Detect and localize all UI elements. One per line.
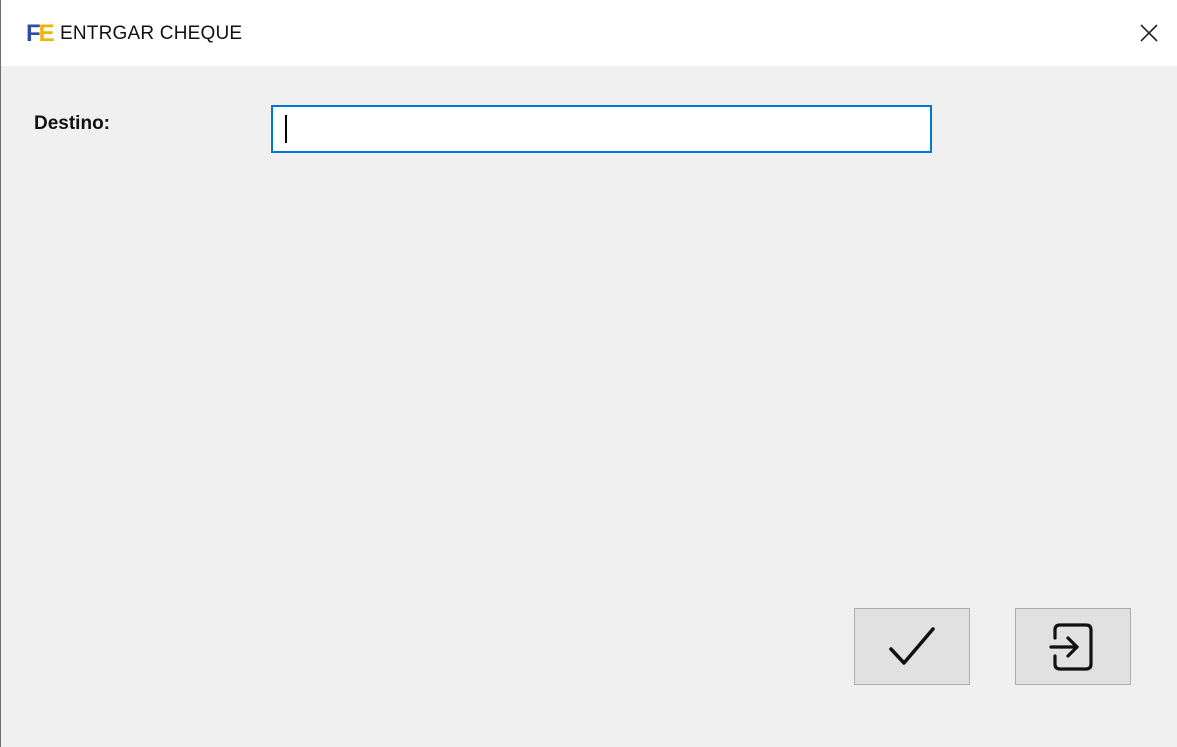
app-logo-icon: FE <box>26 22 56 46</box>
destino-input[interactable] <box>271 105 932 153</box>
confirm-button[interactable] <box>854 608 970 685</box>
close-button[interactable] <box>1129 15 1169 51</box>
destino-label: Destino: <box>34 113 110 134</box>
window-title: ENTRGAR CHEQUE <box>60 23 243 44</box>
app-logo-letter-e: E <box>38 20 55 47</box>
exit-button[interactable] <box>1015 608 1131 685</box>
close-icon <box>1140 24 1158 42</box>
app-logo-letter-f: F <box>26 20 41 47</box>
checkmark-icon <box>889 626 935 665</box>
exit-icon <box>1049 622 1093 671</box>
dialog-window: FE ENTRGAR CHEQUE Destino: <box>0 0 1177 747</box>
text-caret <box>285 115 287 143</box>
title-bar: FE ENTRGAR CHEQUE <box>1 0 1177 66</box>
